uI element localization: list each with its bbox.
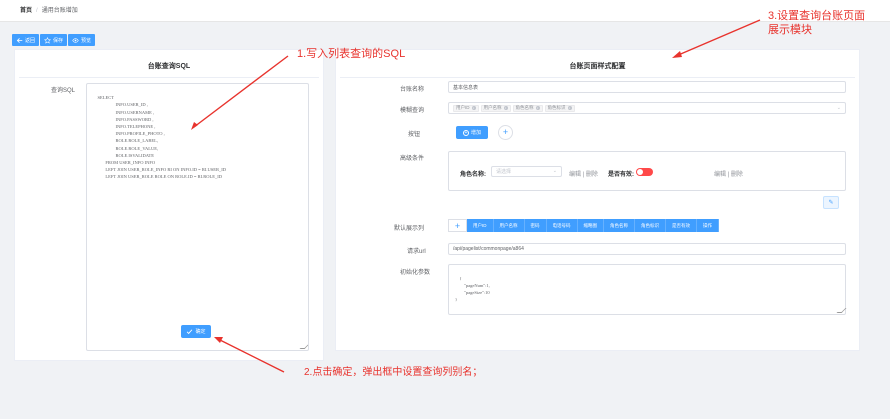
column-button[interactable]: 电话号码 — [546, 219, 578, 232]
default-columns: + 用户ID 用户名称 密码 电话号码 缩略图 角色名称 角色标识 是否有效 操… — [448, 219, 719, 232]
name-label: 台账名称 — [400, 87, 425, 93]
divider — [340, 77, 855, 78]
eye-icon — [72, 37, 79, 43]
tag-close-icon[interactable]: × — [503, 106, 508, 110]
sql-label: 查询SQL — [51, 88, 76, 94]
sql-panel-title: 台账查询SQL — [147, 63, 191, 70]
breadcrumb-home[interactable]: 首页 — [20, 8, 32, 14]
top-bar: 首页 / 通用台账增加 — [0, 0, 890, 22]
back-button-label: 返回 — [25, 37, 36, 44]
adv-role-select-placeholder: 请选择 — [496, 169, 512, 175]
column-button[interactable]: 角色标识 — [635, 219, 666, 232]
resize-handle-icon[interactable] — [836, 308, 847, 313]
column-button[interactable]: 密码 — [524, 219, 547, 232]
confirm-button-label: 确定 — [195, 329, 206, 335]
button-label: 按钮 — [408, 132, 421, 138]
preview-button[interactable]: 预览 — [68, 34, 96, 46]
advanced-conditions-box: 角色名称: 请选择 ⌄ 编辑 | 删除 是否有效: 编辑 | 删除 — [448, 151, 846, 191]
preview-button-label: 预览 — [81, 37, 92, 44]
save-button[interactable]: 保存 — [40, 34, 68, 46]
name-input-value: 基本信息表 — [453, 84, 479, 91]
tag-close-icon[interactable]: × — [471, 106, 476, 110]
init-params-text: { "pageNum":1, "pageSize":10 } — [455, 276, 490, 302]
add-column-button[interactable]: + — [448, 219, 467, 232]
chevron-down-icon: ⌄ — [836, 105, 841, 111]
breadcrumb-separator: / — [36, 8, 38, 14]
column-button[interactable]: 是否有效 — [666, 219, 697, 232]
annotation-3-line2: 展示模块 — [768, 24, 812, 36]
column-button[interactable]: 缩略图 — [577, 219, 604, 232]
back-arrow-icon — [16, 37, 23, 43]
edit-button[interactable]: ✎ — [823, 196, 839, 209]
adv-edit-delete-1[interactable]: 编辑 | 删除 — [569, 169, 598, 178]
config-panel: 台账页面样式配置 台账名称 基本信息表 模糊查询 用户ID × 用户名称 × 角色名… — [335, 49, 860, 351]
column-button[interactable]: 操作 — [697, 219, 719, 232]
annotation-3-line1: 3.设置查询台账页面 — [768, 10, 866, 22]
name-input[interactable]: 基本信息表 — [448, 81, 846, 93]
star-icon — [44, 36, 51, 44]
toolbar: 返回 保存 预览 — [12, 34, 96, 46]
add-button-label: 增加 — [470, 130, 481, 136]
divider — [19, 77, 319, 78]
column-button[interactable]: 用户名称 — [493, 219, 525, 232]
fuzzy-tag[interactable]: 用户名称 × — [480, 104, 511, 112]
save-button-label: 保存 — [53, 37, 64, 44]
sql-textarea[interactable]: SELECT INFO.USER_ID , INFO.USERNAME , IN… — [86, 83, 309, 351]
adv-valid-label: 是否有效: — [608, 172, 634, 178]
add-button[interactable]: + 增加 — [456, 126, 488, 139]
valid-toggle[interactable] — [636, 168, 653, 176]
check-icon — [187, 329, 193, 335]
annotation-3: 3.设置查询台账页面 展示模块 — [768, 9, 865, 37]
fuzzy-label: 模糊查询 — [400, 108, 425, 114]
adv-role-label: 角色名称: — [460, 172, 486, 178]
plus-icon: + — [454, 220, 461, 231]
column-button[interactable]: 用户ID — [467, 219, 494, 232]
url-input[interactable]: /api/pagelist/commonpage/a864 — [448, 243, 846, 255]
fuzzy-select[interactable]: 用户ID × 用户名称 × 角色名称 × 角色标识 × ⌄ — [448, 102, 846, 114]
url-label: 请求url — [407, 249, 426, 255]
resize-handle-icon[interactable] — [299, 344, 308, 349]
config-panel-title: 台账页面样式配置 — [569, 63, 626, 70]
column-button[interactable]: 角色名称 — [604, 219, 635, 232]
back-button[interactable]: 返回 — [12, 34, 40, 46]
tag-label: 角色标识 — [547, 105, 566, 110]
url-input-value: /api/pagelist/commonpage/a864 — [453, 246, 524, 252]
tag-label: 用户ID — [456, 105, 470, 110]
tag-label: 用户名称 — [483, 105, 502, 110]
annotation-2: 2.点击确定，弹出框中设置查询列别名； — [304, 367, 483, 378]
annotation-1: 1.写入列表查询的SQL — [297, 48, 406, 60]
add-more-button[interactable]: + — [498, 125, 513, 140]
init-params-textarea[interactable]: { "pageNum":1, "pageSize":10 } — [448, 264, 847, 315]
fuzzy-tag[interactable]: 用户ID × — [453, 104, 479, 112]
tag-close-icon[interactable]: × — [567, 106, 572, 110]
tag-close-icon[interactable]: × — [535, 106, 540, 110]
fuzzy-tag[interactable]: 角色标识 × — [544, 104, 575, 112]
breadcrumb-current: 通用台账增加 — [41, 8, 78, 14]
edit-icon: ✎ — [828, 200, 834, 206]
chevron-down-icon: ⌄ — [552, 168, 557, 174]
tag-label: 角色名称 — [515, 105, 534, 110]
plus-icon: + — [502, 127, 509, 137]
add-circle-icon: + — [462, 129, 469, 136]
init-params-label: 初始化参数 — [400, 270, 431, 276]
default-columns-label: 默认展示列 — [394, 226, 425, 232]
fuzzy-tag[interactable]: 角色名称 × — [512, 104, 543, 112]
adv-role-select[interactable]: 请选择 ⌄ — [491, 166, 562, 177]
advanced-label: 高级条件 — [400, 156, 425, 162]
breadcrumb: 首页 / 通用台账增加 — [20, 5, 78, 14]
sql-text: SELECT INFO.USER_ID , INFO.USERNAME , IN… — [97, 95, 226, 180]
confirm-button[interactable]: 确定 — [181, 325, 211, 338]
sql-panel: 台账查询SQL 查询SQL SELECT INFO.USER_ID , INFO… — [14, 49, 324, 361]
adv-edit-delete-2[interactable]: 编辑 | 删除 — [714, 169, 743, 178]
